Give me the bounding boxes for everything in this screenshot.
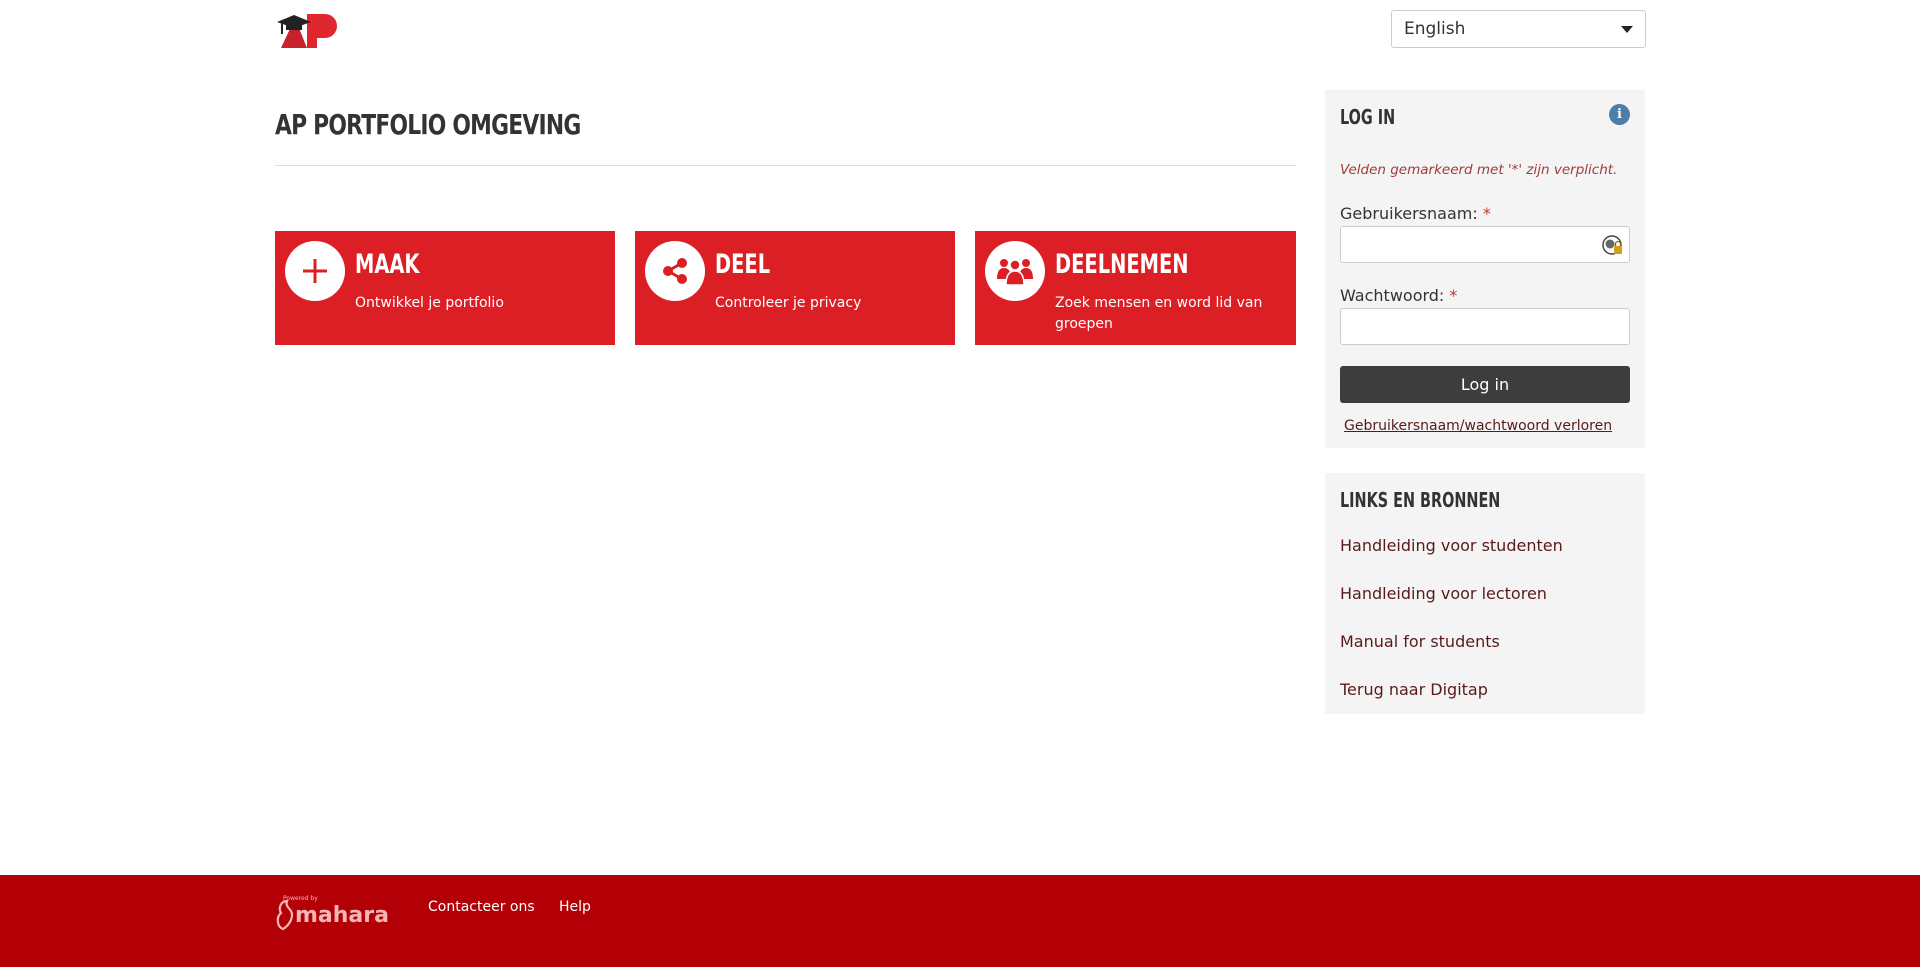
password-input[interactable] [1340, 308, 1630, 345]
site-footer: Powered by mahara Contacteer ons Help [0, 875, 1920, 967]
tile-heading: DEELNEMEN [1055, 249, 1189, 280]
link-item[interactable]: Handleiding voor studenten [1340, 536, 1563, 555]
link-item[interactable]: Manual for students [1340, 632, 1500, 651]
mahara-logo-small-text: Powered by [283, 895, 318, 902]
tile-heading: DEEL [715, 249, 771, 280]
footer-link-contact[interactable]: Contacteer ons [428, 899, 535, 915]
username-label-text: Gebruikersnaam: [1340, 204, 1478, 223]
users-icon [985, 241, 1045, 301]
plus-icon [285, 241, 345, 301]
page-title: AP PORTFOLIO OMGEVING [275, 108, 581, 141]
tile-heading: MAAK [355, 249, 420, 280]
username-input[interactable] [1340, 226, 1630, 263]
required-star: * [1482, 204, 1491, 223]
password-label-text: Wachtwoord: [1340, 286, 1445, 305]
password-label: Wachtwoord: * [1340, 286, 1457, 305]
info-icon[interactable]: i [1609, 104, 1630, 125]
language-selected: English [1404, 19, 1466, 39]
title-divider [275, 165, 1296, 166]
footer-link-help[interactable]: Help [559, 899, 591, 915]
forgot-password-link[interactable]: Gebruikersnaam/wachtwoord verloren [1344, 418, 1612, 434]
link-item[interactable]: Handleiding voor lectoren [1340, 584, 1547, 603]
tile-maak[interactable]: MAAK Ontwikkel je portfolio [275, 231, 615, 345]
mahara-logo-text: mahara [295, 903, 389, 928]
ap-logo[interactable] [277, 10, 349, 50]
username-label: Gebruikersnaam: * [1340, 204, 1491, 223]
required-star: * [1449, 286, 1458, 305]
site-header: English [0, 0, 1920, 60]
password-manager-icon[interactable] [1602, 235, 1624, 257]
mahara-logo[interactable]: Powered by mahara [275, 891, 395, 931]
tile-text: Zoek mensen en word lid van groepen [1055, 295, 1263, 332]
tile-text: Ontwikkel je portfolio [355, 295, 504, 311]
language-select[interactable]: English [1391, 10, 1646, 48]
tile-text: Controleer je privacy [715, 295, 862, 311]
tile-deel[interactable]: DEEL Controleer je privacy [635, 231, 955, 345]
login-button[interactable]: Log in [1340, 366, 1630, 403]
links-heading: LINKS EN BRONNEN [1340, 488, 1501, 512]
login-panel: LOG IN i Velden gemarkeerd met '*' zijn … [1325, 90, 1645, 448]
tile-deelnemen[interactable]: DEELNEMEN Zoek mensen en word lid van gr… [975, 231, 1296, 345]
required-note: Velden gemarkeerd met '*' zijn verplicht… [1340, 162, 1618, 178]
share-icon [645, 241, 705, 301]
links-panel: LINKS EN BRONNEN Handleiding voor studen… [1325, 473, 1645, 714]
chevron-down-icon [1621, 26, 1633, 33]
link-item[interactable]: Terug naar Digitap [1340, 680, 1488, 699]
login-heading: LOG IN [1340, 105, 1396, 129]
